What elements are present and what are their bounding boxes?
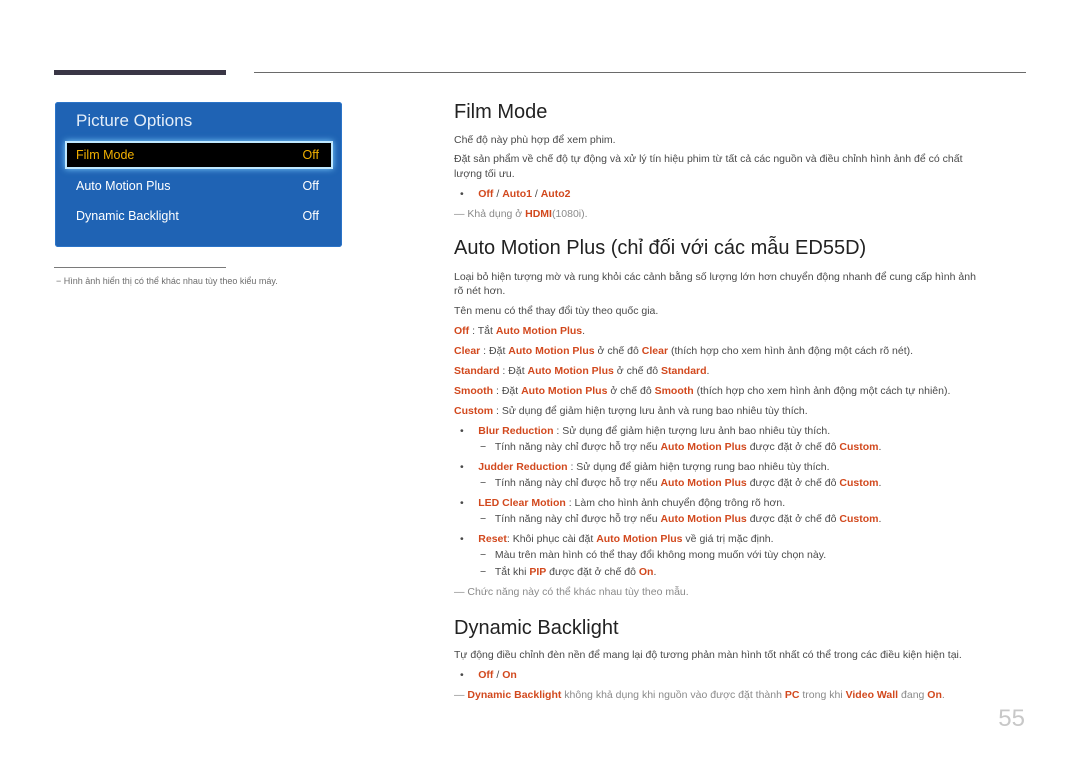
section-title-dynamic-backlight: Dynamic Backlight [454, 617, 619, 639]
amp-judder: • Judder Reduction : Sử dụng để giảm hiệ… [460, 461, 830, 473]
menu-item-label: Dynamic Backlight [76, 209, 179, 223]
film-mode-options: • Off / Auto1 / Auto2 [460, 188, 571, 200]
db-desc: Tự động điều chỉnh đèn nền để mang lại đ… [454, 649, 962, 661]
page-number: 55 [998, 705, 1025, 732]
amp-led-note: − Tính năng này chỉ được hỗ trợ nếu Auto… [480, 513, 882, 525]
amp-clear: Clear : Đặt Auto Motion Plus ở chế đô Cl… [454, 345, 914, 357]
amp-reset-note2: − Tắt khi PIP được đặt ở chế đô On. [480, 566, 657, 578]
menu-item-film-mode[interactable]: Film Mode Off [65, 141, 333, 169]
film-mode-desc: Chế độ này phù hợp để xem phim. [454, 134, 616, 146]
section-title-film-mode: Film Mode [454, 101, 548, 123]
amp-off: Off : Tắt Auto Motion Plus. [454, 325, 586, 337]
amp-reset: • Reset: Khôi phục cài đặt Auto Motion P… [460, 533, 774, 545]
amp-desc2: Tên menu có thể thay đổi tùy theo quốc g… [454, 305, 659, 317]
amp-desc: Loại bỏ hiện tượng mờ và rung khỏi các c… [454, 271, 976, 283]
amp-note: — Chức năng này có thể khác nhau tùy the… [454, 586, 689, 598]
film-mode-desc2: Đặt sản phẩm về chế độ tự động và xử lý … [454, 153, 963, 165]
menu-item-auto-motion-plus[interactable]: Auto Motion Plus Off [67, 174, 331, 198]
menu-item-value: Off [302, 148, 319, 162]
menu-item-label: Film Mode [76, 148, 135, 162]
header-rule-thick [54, 70, 226, 75]
amp-blur: • Blur Reduction : Sử dụng để giảm hiện … [460, 425, 831, 437]
menu-item-dynamic-backlight[interactable]: Dynamic Backlight Off [67, 204, 331, 228]
amp-blur-note: − Tính năng này chỉ được hỗ trợ nếu Auto… [480, 441, 882, 453]
side-note: − Hình ảnh hiển thị có thể khác nhau tùy… [56, 276, 278, 286]
menu-title: Picture Options [76, 111, 193, 130]
amp-smooth: Smooth : Đặt Auto Motion Plus ở chế đô S… [454, 385, 951, 397]
db-note: — Dynamic Backlight không khả dụng khi n… [454, 689, 945, 701]
menu-item-value: Off [302, 209, 319, 223]
menu-item-value: Off [302, 179, 319, 193]
header-rule-thin [254, 72, 1026, 73]
side-note-rule [54, 267, 226, 268]
film-mode-desc2b: lượng tối ưu. [454, 168, 515, 180]
amp-judder-note: − Tính năng này chỉ được hỗ trợ nếu Auto… [480, 477, 882, 489]
section-title-auto-motion-plus: Auto Motion Plus (chỉ đối với các mẫu ED… [454, 237, 867, 259]
amp-reset-note1: − Màu trên màn hình có thể thay đổi khôn… [480, 549, 827, 561]
db-options: • Off / On [460, 669, 517, 681]
amp-standard: Standard : Đặt Auto Motion Plus ở chế đô… [454, 365, 710, 377]
film-mode-note: — Khả dụng ở HDMI(1080i). [454, 208, 588, 220]
amp-desc-b: rõ nét hơn. [454, 285, 506, 297]
amp-led: • LED Clear Motion : Làm cho hình ảnh ch… [460, 497, 786, 509]
amp-custom: Custom : Sử dụng để giảm hiện tượng lưu … [454, 405, 808, 417]
menu-item-label: Auto Motion Plus [76, 179, 171, 193]
